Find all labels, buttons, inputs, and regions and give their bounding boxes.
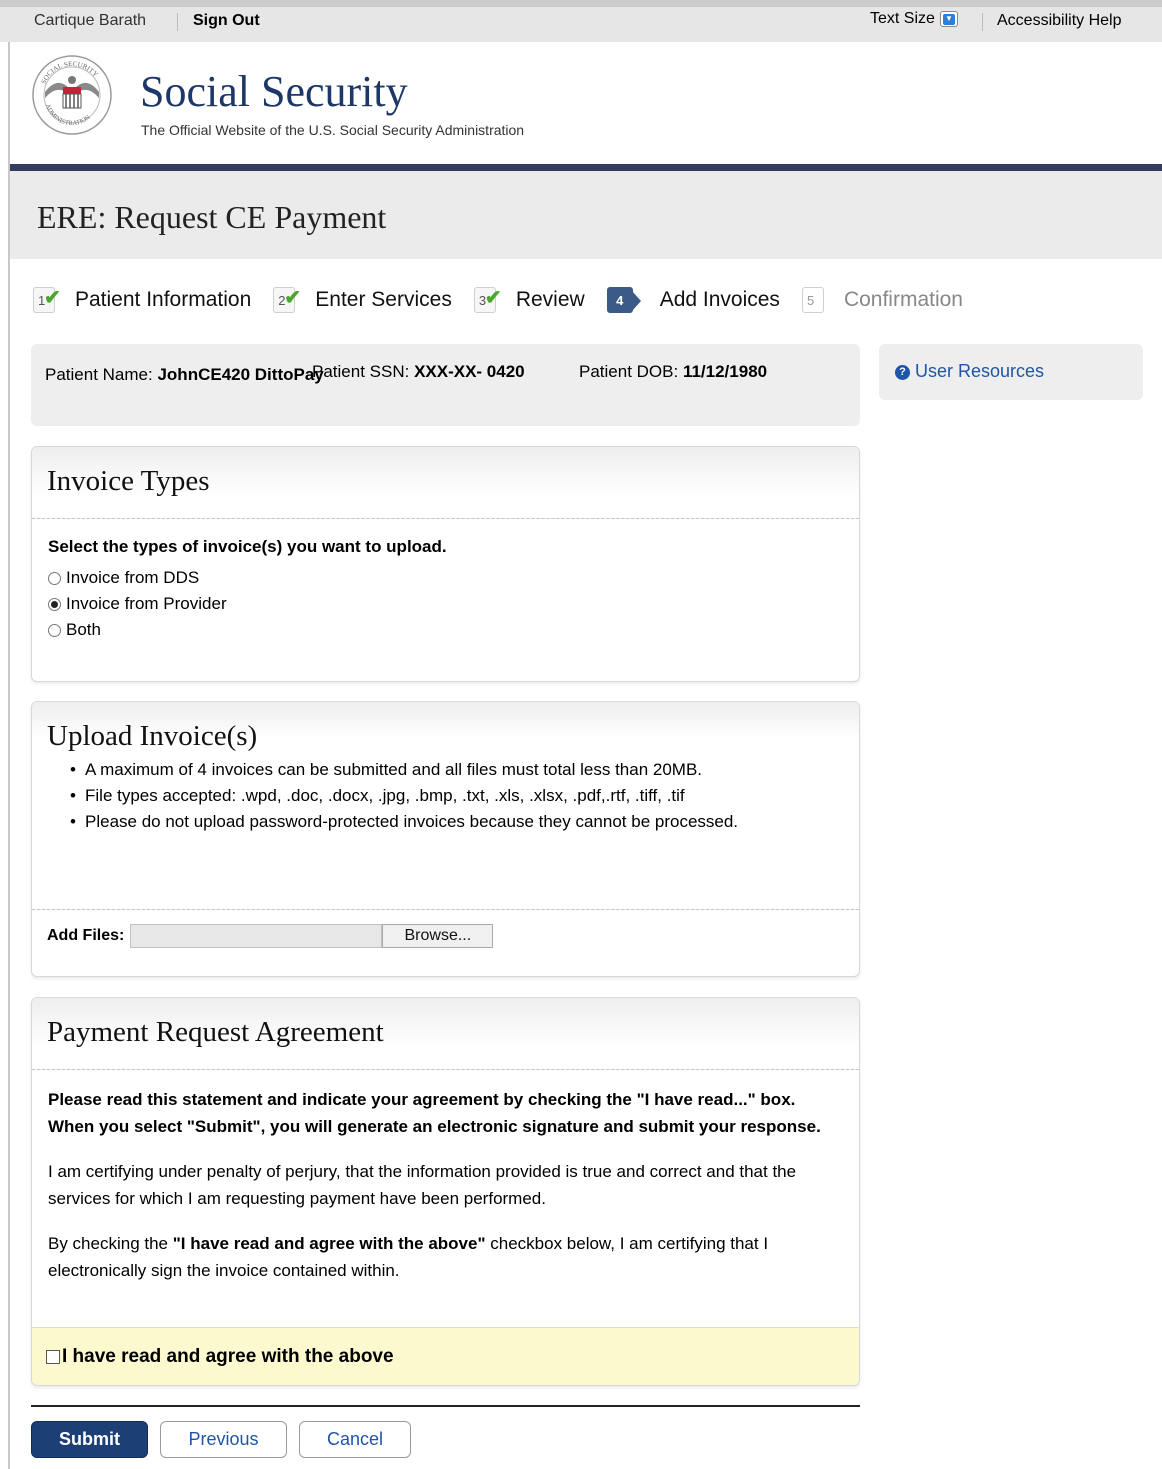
site-brand-title[interactable]: Social Security	[140, 66, 408, 117]
page-title-band: ERE: Request CE Payment	[10, 171, 1162, 259]
page-title: ERE: Request CE Payment	[37, 199, 387, 235]
text-size-dropdown-button[interactable]: ▼	[939, 11, 958, 27]
footer-divider	[31, 1405, 860, 1407]
agree-checkbox-label[interactable]: I have read and agree with the above	[62, 1346, 394, 1368]
panel-title: Invoice Types	[47, 465, 210, 497]
text-size-control[interactable]: Text Size ▼	[870, 10, 958, 28]
panel-title: Upload Invoice(s)	[47, 720, 258, 752]
header-divider	[10, 164, 1162, 171]
previous-button[interactable]: Previous	[160, 1421, 287, 1458]
panel-header: Invoice Types	[32, 447, 859, 519]
patient-dob-label: Patient DOB:	[579, 362, 679, 381]
site-tagline: The Official Website of the U.S. Social …	[141, 122, 525, 138]
step-number: 5	[801, 287, 824, 313]
panel-body: Select the types of invoice(s) you want …	[32, 519, 859, 661]
site-header: SOCIAL SECURITY ADMINISTRATION Social Se…	[10, 42, 1162, 164]
text-size-label: Text Size	[870, 10, 935, 27]
agreement-intro: Please read this statement and indicate …	[48, 1090, 821, 1136]
checkmark-icon: ✔	[484, 287, 502, 309]
payment-agreement-panel: Payment Request Agreement Please read th…	[31, 997, 860, 1386]
ssa-seal-logo[interactable]: SOCIAL SECURITY ADMINISTRATION	[31, 54, 113, 136]
panel-header: Upload Invoice(s) A maximum of 4 invoice…	[32, 702, 859, 910]
step-enter-services: 2 ✔ Enter Services	[273, 287, 452, 313]
agree-checkbox-row[interactable]: I have read and agree with the above	[32, 1327, 859, 1385]
radio-option-both[interactable]: Both	[48, 617, 843, 643]
panel-title: Payment Request Agreement	[47, 1016, 384, 1048]
step-label: Review	[515, 288, 585, 311]
radio-button[interactable]	[48, 623, 61, 637]
step-number: 3 ✔	[473, 287, 502, 313]
invoice-types-question: Select the types of invoice(s) you want …	[48, 537, 447, 556]
file-path-input[interactable]	[130, 924, 383, 948]
checkmark-icon: ✔	[44, 287, 61, 309]
radio-button-selected[interactable]	[48, 597, 61, 611]
step-confirmation: 5 Confirmation	[801, 287, 963, 313]
upload-invoices-panel: Upload Invoice(s) A maximum of 4 invoice…	[31, 701, 860, 977]
step-label: Patient Information	[75, 288, 252, 311]
add-files-row: Add Files: Browse...	[32, 910, 859, 962]
chevron-down-icon: ▼	[942, 13, 955, 25]
patient-name-label: Patient Name:	[45, 365, 153, 384]
instruction-item: A maximum of 4 invoices can be submitted…	[70, 757, 844, 783]
instruction-item: Please do not upload password-protected …	[70, 809, 844, 835]
browse-button[interactable]: Browse...	[382, 924, 494, 948]
patient-dob-value: 11/12/1980	[682, 362, 768, 381]
user-resources-box: ? User Resources	[879, 344, 1143, 400]
upload-instructions: A maximum of 4 invoices can be submitted…	[47, 757, 844, 835]
patient-ssn: Patient SSN: XXX-XX- 0420	[312, 362, 525, 382]
step-number: 2 ✔	[273, 287, 301, 313]
question-circle-icon: ?	[895, 364, 910, 380]
step-label: Add Invoices	[659, 288, 780, 311]
step-number: 4	[606, 287, 641, 313]
radio-option-dds[interactable]: Invoice from DDS	[48, 565, 843, 591]
agreement-certify: I am certifying under penalty of perjury…	[48, 1162, 797, 1208]
patient-name-value: JohnCE420 DittoPay	[157, 365, 324, 384]
step-add-invoices: 4 Add Invoices	[606, 287, 780, 313]
patient-ssn-value: XXX-XX- 0420	[414, 362, 525, 381]
submit-button[interactable]: Submit	[31, 1421, 148, 1458]
checkmark-icon: ✔	[284, 287, 302, 309]
step-label: Enter Services	[315, 288, 452, 311]
agreement-sign-statement: By checking the "I have read and agree w…	[48, 1234, 769, 1280]
utility-bar: Cartique Barath Sign Out Text Size ▼ Acc…	[0, 0, 1162, 42]
step-number: 1 ✔	[33, 287, 61, 313]
step-review: 3 ✔ Review	[473, 287, 585, 313]
user-resources-link[interactable]: User Resources	[915, 361, 1044, 381]
radio-button[interactable]	[48, 571, 61, 585]
accessibility-help-link[interactable]: Accessibility Help	[997, 12, 1121, 30]
patient-info-bar: Patient Name: JohnCE420 DittoPay	[31, 344, 860, 426]
user-name: Cartique Barath	[34, 12, 147, 29]
radio-label[interactable]: Both	[66, 620, 101, 640]
progress-stepper: 1 ✔ Patient Information 2 ✔ Enter Services…	[33, 282, 985, 318]
add-files-label: Add Files:	[47, 927, 125, 944]
radio-label[interactable]: Invoice from Provider	[66, 594, 227, 614]
step-label: Confirmation	[843, 288, 963, 311]
step-patient-information: 1 ✔ Patient Information	[33, 287, 251, 313]
sign-out-link[interactable]: Sign Out	[193, 12, 260, 30]
radio-option-provider[interactable]: Invoice from Provider	[48, 591, 843, 617]
instruction-item: File types accepted: .wpd, .doc, .docx, …	[70, 783, 844, 809]
agree-checkbox[interactable]	[46, 1349, 60, 1364]
panel-header: Payment Request Agreement	[32, 998, 859, 1070]
cancel-button[interactable]: Cancel	[299, 1421, 411, 1458]
divider	[982, 13, 983, 31]
invoice-types-panel: Invoice Types Select the types of invoic…	[31, 446, 860, 682]
patient-ssn-label: Patient SSN:	[312, 362, 410, 381]
divider	[177, 13, 178, 31]
panel-body: Please read this statement and indicate …	[32, 1070, 859, 1284]
patient-dob: Patient DOB: 11/12/1980	[579, 362, 767, 382]
radio-label[interactable]: Invoice from DDS	[66, 568, 199, 588]
